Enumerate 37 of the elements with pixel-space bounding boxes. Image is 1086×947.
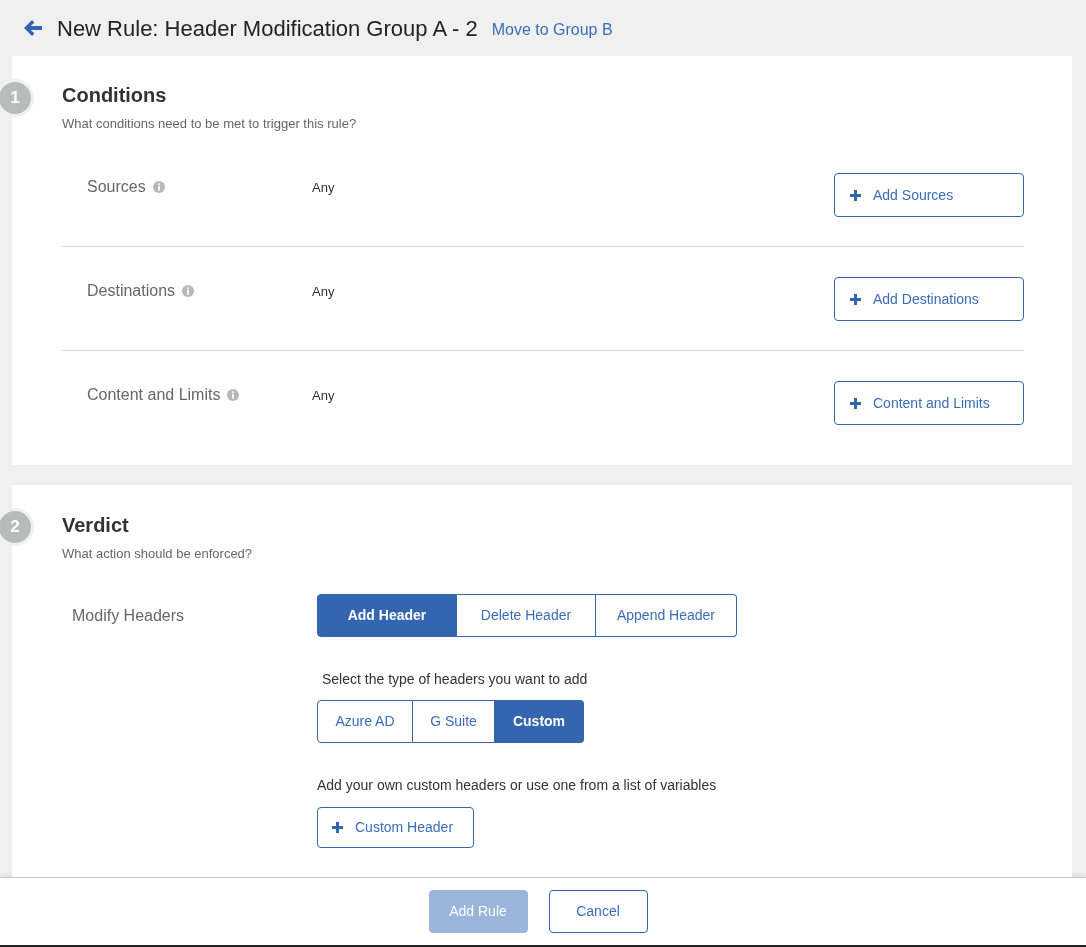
section-subtitle: What action should be enforced? <box>62 545 254 563</box>
condition-label: Sources <box>87 177 146 197</box>
plus-icon <box>850 293 861 305</box>
condition-value: Any <box>312 179 336 197</box>
step-number: 1 <box>0 79 34 117</box>
custom-prompt: Add your own custom headers or use one from a list of variables <box>317 776 718 795</box>
add-condition-button[interactable]: Add Destinations <box>834 277 1024 321</box>
action-tab[interactable]: Delete Header <box>457 594 596 637</box>
plus-icon <box>850 189 861 201</box>
header-type-tab[interactable]: G Suite <box>413 700 495 743</box>
plus-icon <box>332 822 343 833</box>
condition-value: Any <box>312 387 336 405</box>
action-tab[interactable]: Append Header <box>596 594 737 637</box>
type-prompt: Select the type of headers you want to add <box>322 670 589 689</box>
field-label: Modify Headers <box>72 606 186 626</box>
info-icon <box>227 389 240 401</box>
section-title: Verdict <box>62 513 130 537</box>
step-number: 2 <box>0 508 34 546</box>
condition-label: Destinations <box>87 281 176 301</box>
cancel-button[interactable]: Cancel <box>548 890 648 933</box>
back-arrow-icon <box>24 20 42 36</box>
info-icon <box>182 285 195 297</box>
add-condition-button[interactable]: Content and Limits <box>834 381 1024 425</box>
condition-label: Content and Limits <box>87 385 221 405</box>
section-subtitle: What conditions need to be met to trigger this rule? <box>62 115 358 133</box>
section-title: Conditions <box>62 83 168 107</box>
header-type-tab[interactable]: Azure AD <box>317 700 413 743</box>
custom-header-button[interactable]: Custom Header <box>317 807 474 848</box>
plus-icon <box>850 397 861 409</box>
move-group-link[interactable]: Move to Group B <box>491 17 613 42</box>
header-type-tab[interactable]: Custom <box>495 700 584 743</box>
page-title: New Rule: Header Modification Group A - 2 <box>57 14 478 43</box>
back-button[interactable] <box>24 19 42 37</box>
action-tab[interactable]: Add Header <box>317 594 457 637</box>
add-condition-button[interactable]: Add Sources <box>834 173 1024 217</box>
condition-value: Any <box>312 283 336 301</box>
info-icon <box>152 181 165 193</box>
